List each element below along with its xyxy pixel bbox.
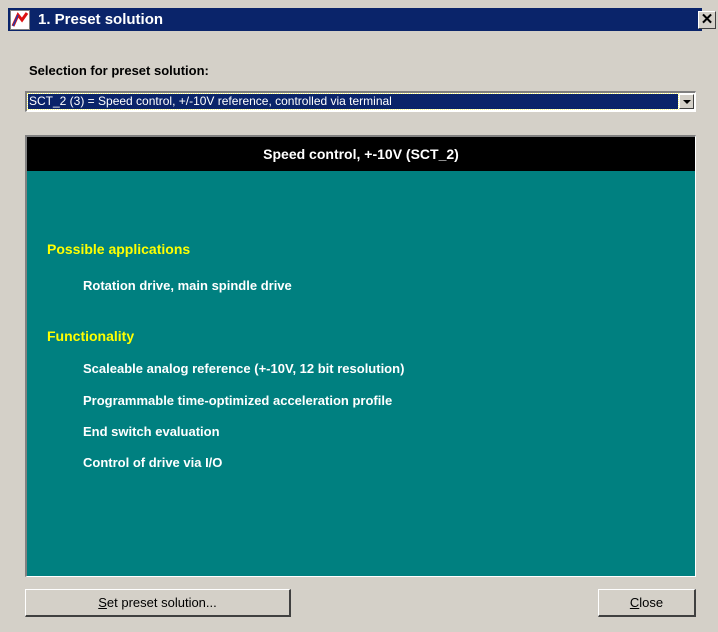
chevron-down-icon	[683, 100, 691, 104]
functionality-item: Control of drive via I/O	[83, 455, 223, 470]
functionality-item: Programmable time-optimized acceleration…	[83, 393, 393, 408]
applications-heading: Possible applications	[47, 241, 191, 257]
functionality-item: End switch evaluation	[83, 424, 220, 439]
close-icon[interactable]: ✕	[698, 11, 716, 29]
dropdown-button[interactable]	[679, 94, 694, 109]
preset-select-value[interactable]: SCT_2 (3) = Speed control, +/-10V refere…	[27, 93, 679, 110]
title-bar: 1. Preset solution ✕	[0, 0, 718, 38]
selection-label: Selection for preset solution:	[29, 63, 209, 78]
preset-solution-dialog: 1. Preset solution ✕ Selection for prese…	[0, 0, 718, 632]
app-logo-icon	[10, 10, 30, 30]
description-panel: Speed control, +-10V (SCT_2) Possible ap…	[25, 135, 696, 577]
close-label: lose	[639, 595, 664, 610]
set-preset-label: et preset solution...	[106, 595, 217, 610]
close-button[interactable]: Close	[598, 589, 696, 617]
set-preset-accelerator: S	[98, 595, 107, 610]
set-preset-solution-button[interactable]: Set preset solution...	[25, 589, 291, 617]
functionality-item: Scaleable analog reference (+-10V, 12 bi…	[83, 361, 405, 376]
panel-header: Speed control, +-10V (SCT_2)	[27, 137, 695, 171]
close-accelerator: C	[629, 595, 640, 610]
functionality-heading: Functionality	[47, 328, 135, 344]
preset-solution-select[interactable]: SCT_2 (3) = Speed control, +/-10V refere…	[25, 91, 696, 112]
application-item: Rotation drive, main spindle drive	[83, 278, 292, 293]
window-title: 1. Preset solution	[38, 11, 164, 28]
